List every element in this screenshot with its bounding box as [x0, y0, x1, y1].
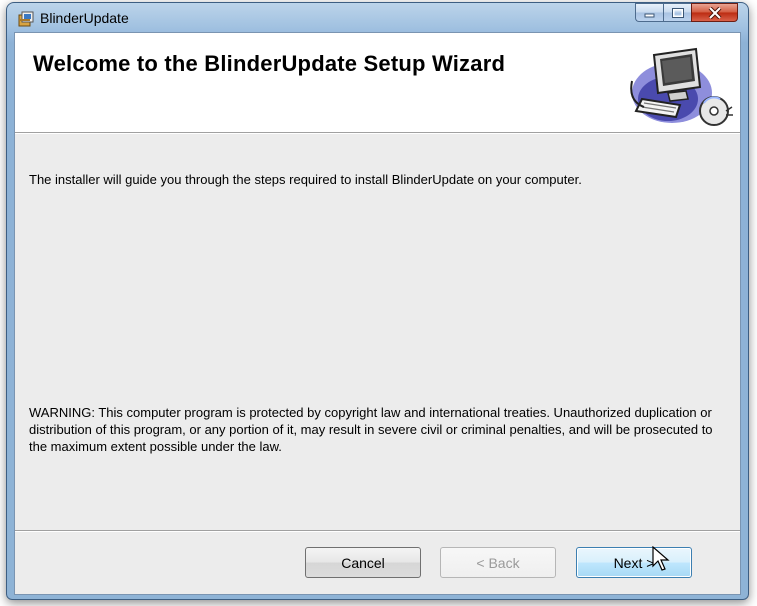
- close-icon: [708, 6, 721, 19]
- banner-divider: [15, 132, 740, 134]
- minimize-button[interactable]: [635, 3, 663, 22]
- minimize-icon: [644, 13, 654, 17]
- intro-text: The installer will guide you through the…: [29, 172, 582, 187]
- installer-package-icon: [18, 11, 34, 27]
- next-button[interactable]: Next >: [576, 547, 692, 578]
- page-title: Welcome to the BlinderUpdate Setup Wizar…: [33, 51, 506, 76]
- close-button[interactable]: [691, 3, 738, 22]
- mouse-pointer-icon: [652, 546, 670, 571]
- title-bar[interactable]: BlinderUpdate: [7, 3, 748, 33]
- back-button[interactable]: < Back: [440, 547, 556, 578]
- cancel-button[interactable]: Cancel: [305, 547, 421, 578]
- maximize-button[interactable]: [663, 3, 691, 22]
- button-divider: [15, 530, 740, 532]
- setup-window: BlinderUpdate Welcome to the BlinderUpda…: [6, 2, 749, 600]
- wizard-banner: Welcome to the BlinderUpdate Setup Wizar…: [15, 33, 740, 132]
- window-title: BlinderUpdate: [40, 10, 129, 26]
- computer-setup-icon: [630, 47, 733, 126]
- wizard-client-area: Welcome to the BlinderUpdate Setup Wizar…: [14, 32, 741, 595]
- maximize-icon: [671, 7, 684, 18]
- copyright-warning: WARNING: This computer program is protec…: [29, 405, 713, 454]
